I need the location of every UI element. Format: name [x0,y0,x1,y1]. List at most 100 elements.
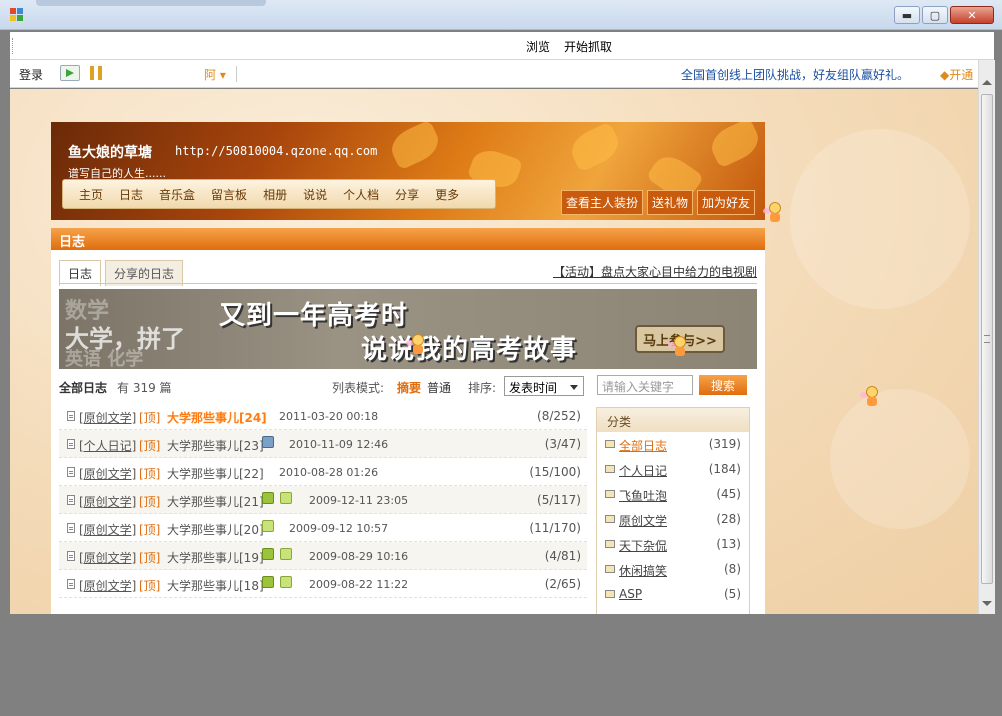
scroll-down-arrow-icon[interactable] [982,601,992,606]
mode-normal-link[interactable]: 普通 [427,379,451,396]
comment-read-count: (15/100) [529,465,581,479]
blog-title-link[interactable]: 大学那些事儿[21] [167,493,264,510]
pin-top-link[interactable]: [顶] [139,465,160,482]
vertical-scrollbar[interactable] [978,60,995,614]
menu-start-capture[interactable]: 开始抓取 [564,38,612,55]
nav-album[interactable]: 相册 [255,186,295,203]
background-decoration [830,389,970,529]
category-label[interactable]: 飞鱼吐泡 [619,487,667,504]
nav-talk[interactable]: 说说 [295,186,335,203]
blog-date: 2010-08-28 01:26 [279,466,379,479]
blog-date: 2010-11-09 12:46 [289,438,389,451]
angel-sprite-icon [860,385,882,407]
pin-top-link[interactable]: [顶] [139,409,160,426]
category-label[interactable]: 休闲搞笑 [619,562,667,579]
document-icon [67,551,75,561]
open-vip-link[interactable]: ◆开通 [940,66,973,83]
category-item[interactable]: 个人日记 (184) [597,457,749,482]
category-label[interactable]: 个人日记 [619,462,667,479]
minimize-button[interactable]: ▬ [894,6,920,24]
pin-top-link[interactable]: [顶] [139,577,160,594]
pin-top-link[interactable]: [顶] [139,549,160,566]
blog-category-link[interactable]: [原创文学] [79,493,136,510]
angel-sprite-icon [406,333,428,355]
document-icon [67,495,75,505]
nav-blog[interactable]: 日志 [111,186,151,203]
category-sidebar: 分类 全部日志 (319) 个人日记 (184) 飞鱼吐泡 (45) 原创文学 (28) 天下杂… [596,407,750,614]
toolbar: 登录 阿 ▾ 全国首创线上团队挑战，好友组队赢好礼。 ◆开通 [10,60,980,88]
site-name[interactable]: 鱼大娘的草塘 [68,142,152,162]
category-label[interactable]: 天下杂侃 [619,537,667,554]
add-friend-button[interactable]: 加为好友 [696,190,755,215]
maximize-button[interactable]: ▢ [922,6,948,24]
mode-summary-link[interactable]: 摘要 [397,379,421,396]
note-icon [280,492,292,504]
send-gift-button[interactable]: 送礼物 [646,190,693,215]
activity-link[interactable]: 【活动】盘点大家心目中给力的电视剧 [553,263,757,280]
gaokao-ad-banner[interactable]: 数学 大学，拼了 英语 化学 又到一年高考时 说说我的高考故事 马上参与>> [59,289,757,369]
category-item[interactable]: ASP (5) [597,582,749,607]
nav-profile[interactable]: 个人档 [335,186,387,203]
folder-icon [605,590,615,598]
blog-count: 有 319 篇 [117,381,172,395]
nav-music[interactable]: 音乐盒 [151,186,203,203]
pin-top-link[interactable]: [顶] [139,493,160,510]
category-item[interactable]: 天下杂侃 (13) [597,532,749,557]
sort-select[interactable]: 发表时间 [504,376,584,396]
empty-area [10,614,996,716]
blog-date: 2009-12-11 23:05 [309,494,409,507]
blog-category-link[interactable]: [个人日记] [79,437,136,454]
blog-row: [原创文学] [顶] 大学那些事儿[18] 2009-08-22 11:22 (2/65… [59,570,587,598]
category-label[interactable]: 全部日志 [619,437,667,454]
blog-category-link[interactable]: [原创文学] [79,521,136,538]
nav-home[interactable]: 主页 [71,186,111,203]
keyword-search-input[interactable]: 请输入关键字 [597,375,693,395]
category-item[interactable]: 全部日志 (319) [597,432,749,457]
category-label[interactable]: ASP [619,587,642,601]
nav-guestbook[interactable]: 留言板 [203,186,255,203]
blog-category-link[interactable]: [原创文学] [79,549,136,566]
category-item[interactable]: 原创文学 (28) [597,507,749,532]
blog-date: 2009-08-29 10:16 [309,550,409,563]
pause-icon[interactable] [90,66,102,80]
category-count: (184) [708,462,741,476]
promo-link[interactable]: 全国首创线上团队挑战，好友组队赢好礼。 [681,66,909,83]
blog-title-link[interactable]: 大学那些事儿[24] [167,409,267,426]
blog-title-link[interactable]: 大学那些事儿[22] [167,465,264,482]
blog-title-link[interactable]: 大学那些事儿[23] [167,437,264,454]
pin-top-link[interactable]: [顶] [139,437,160,454]
menu-browse[interactable]: 浏览 [526,38,550,55]
login-link[interactable]: 登录 [19,66,43,83]
category-item[interactable]: 飞鱼吐泡 (45) [597,482,749,507]
enter-icon[interactable] [60,65,80,81]
site-url[interactable]: http://50810004.qzone.qq.com [175,144,377,158]
blog-category-link[interactable]: [原创文学] [79,577,136,594]
view-decoration-button[interactable]: 查看主人装扮 [560,190,643,215]
category-count: (45) [716,487,741,501]
scrollbar-thumb[interactable] [981,94,993,584]
blog-title-link[interactable]: 大学那些事儿[18] [167,577,264,594]
document-icon [67,439,75,449]
folder-icon [605,465,615,473]
comment-read-count: (8/252) [537,409,581,423]
category-label[interactable]: 原创文学 [619,512,667,529]
blog-title-link[interactable]: 大学那些事儿[19] [167,549,264,566]
note-icon [262,520,274,532]
font-size-dropdown[interactable]: 阿 ▾ [204,66,226,83]
scroll-up-arrow-icon[interactable] [982,80,992,85]
pin-top-link[interactable]: [顶] [139,521,160,538]
reward-icon [262,576,274,588]
blog-category-link[interactable]: [原创文学] [79,465,136,482]
comment-read-count: (11/170) [529,521,581,535]
blog-title-link[interactable]: 大学那些事儿[20] [167,521,264,538]
close-button[interactable]: ✕ [950,6,994,24]
document-icon [67,411,75,421]
blog-date: 2009-09-12 10:57 [289,522,389,535]
nav-more[interactable]: 更多 [427,186,467,203]
search-button[interactable]: 搜索 [699,375,747,395]
category-item[interactable]: 休闲搞笑 (8) [597,557,749,582]
nav-share[interactable]: 分享 [387,186,427,203]
blog-category-link[interactable]: [原创文学] [79,409,136,426]
all-blogs-title: 全部日志 [59,381,108,395]
document-icon [67,467,75,477]
